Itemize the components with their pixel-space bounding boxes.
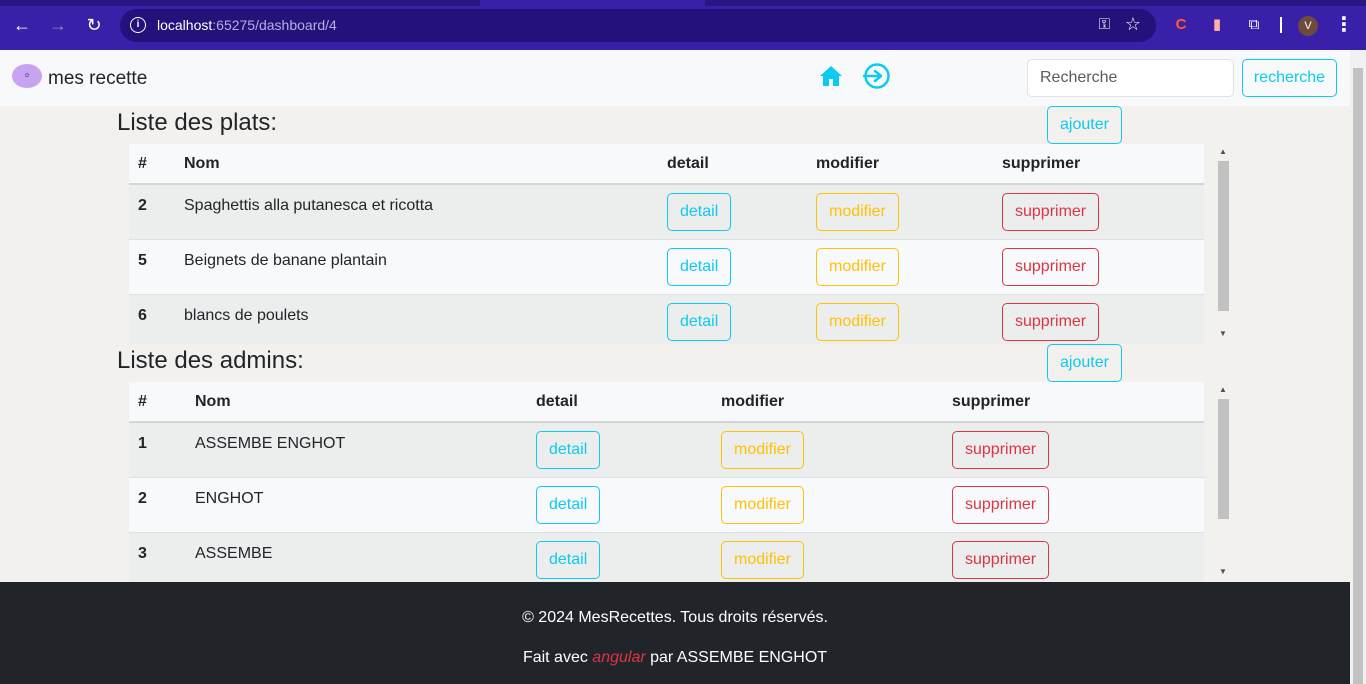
url-text[interactable]: localhost:65275/dashboard/4 [157, 17, 337, 33]
scroll-thumb[interactable] [1218, 161, 1229, 311]
extensions-puzzle-icon[interactable]: ⧉ [1243, 14, 1265, 36]
active-tab[interactable] [480, 0, 705, 6]
modify-button[interactable]: modifier [721, 485, 804, 524]
extension-popcorn-icon[interactable]: ▮ [1206, 14, 1228, 36]
row-name: ASSEMBE ENGHOT [186, 422, 527, 478]
add-admin-button[interactable]: ajouter [1047, 344, 1122, 382]
table-row: 6 blancs de poulets detail modifier supp… [129, 294, 1204, 344]
table-header-row: # Nom detail modifier supprimer [129, 382, 1204, 423]
key-icon[interactable]: ⚿ [1099, 16, 1110, 33]
modify-button[interactable]: modifier [816, 302, 899, 341]
scroll-thumb[interactable] [1218, 399, 1229, 519]
add-plat-button[interactable]: ajouter [1047, 106, 1122, 144]
footer-credits: Fait avec angular par ASSEMBE ENGHOT [0, 649, 1350, 667]
scroll-up-arrow-icon[interactable]: ▲ [1219, 385, 1227, 394]
delete-button[interactable]: supprimer [1002, 193, 1100, 231]
framework-name: angular [592, 649, 646, 666]
column-header: detail [527, 382, 712, 423]
modify-button[interactable]: modifier [816, 193, 899, 231]
forward-icon[interactable]: → [46, 13, 70, 37]
detail-button[interactable]: detail [667, 302, 732, 341]
brand-title[interactable]: mes recette [48, 68, 147, 90]
delete-button[interactable]: supprimer [1002, 302, 1100, 341]
column-header: modifier [807, 144, 993, 185]
profile-avatar[interactable]: V [1298, 16, 1318, 36]
row-id: 3 [129, 532, 186, 582]
detail-button[interactable]: detail [536, 485, 601, 524]
row-id: 2 [129, 184, 175, 240]
table-row: 2 Spaghettis alla putanesca et ricotta d… [129, 184, 1204, 240]
table-row: 1 ASSEMBE ENGHOT detail modifier supprim… [129, 422, 1204, 478]
credits-suffix: par ASSEMBE ENGHOT [645, 649, 828, 666]
plats-table: # Nom detail modifier supprimer 2 Spaghe… [129, 144, 1204, 344]
modify-button[interactable]: modifier [721, 540, 804, 579]
search-button[interactable]: recherche [1242, 59, 1337, 97]
row-name: Beignets de banane plantain [175, 239, 658, 295]
home-icon[interactable] [819, 65, 843, 87]
search-input[interactable] [1027, 59, 1234, 97]
column-header: Nom [175, 144, 658, 185]
extension-c-icon[interactable]: C [1170, 14, 1192, 36]
tab-strip [0, 0, 1366, 6]
modify-button[interactable]: modifier [816, 247, 899, 286]
credits-prefix: Fait avec [522, 649, 593, 666]
page-scroll-thumb[interactable] [1353, 68, 1363, 684]
delete-button[interactable]: supprimer [1002, 247, 1100, 286]
table-row: 5 Beignets de banane plantain detail mod… [129, 239, 1204, 295]
scroll-up-arrow-icon[interactable]: ▲ [1219, 147, 1227, 156]
column-header: supprimer [993, 144, 1204, 185]
back-icon[interactable]: ← [10, 13, 34, 37]
row-name: ENGHOT [186, 477, 527, 533]
browser-toolbar: ← → ↻ i localhost:65275/dashboard/4 ⚿ ☆ … [0, 0, 1366, 50]
column-header: modifier [712, 382, 943, 423]
detail-button[interactable]: detail [667, 193, 732, 231]
url-host: localhost [157, 17, 213, 33]
column-header: detail [658, 144, 807, 185]
page-scrollbar[interactable] [1350, 50, 1366, 684]
toolbar-divider [1280, 17, 1282, 33]
column-header: # [129, 144, 175, 185]
row-id: 6 [129, 294, 175, 344]
scroll-down-arrow-icon[interactable]: ▼ [1219, 567, 1227, 576]
admins-scrollbar[interactable]: ▲ ▼ [1216, 385, 1231, 581]
plats-title: Liste des plats: [117, 109, 278, 136]
table-row: 3 ASSEMBE detail modifier supprimer [129, 532, 1204, 582]
footer-copyright: © 2024 MesRecettes. Tous droits réservés… [522, 609, 828, 626]
delete-button[interactable]: supprimer [952, 431, 1050, 469]
delete-button[interactable]: supprimer [952, 485, 1050, 524]
url-path: :65275/dashboard/4 [212, 17, 337, 33]
address-bar[interactable]: i localhost:65275/dashboard/4 ⚿ ☆ [120, 9, 1156, 42]
row-id: 2 [129, 477, 186, 533]
row-id: 1 [129, 422, 186, 478]
delete-button[interactable]: supprimer [952, 540, 1050, 579]
column-header: supprimer [943, 382, 1204, 423]
table-header-row: # Nom detail modifier supprimer [129, 144, 1204, 185]
login-icon[interactable] [862, 63, 892, 89]
app-navbar: ✿ mes recette recherche [0, 50, 1350, 106]
menu-kebab-icon[interactable]: ⋮ [1334, 12, 1354, 37]
admins-title: Liste des admins: [117, 347, 304, 374]
row-name: ASSEMBE [186, 532, 527, 582]
footer: © 2024 MesRecettes. Tous droits réservés… [0, 582, 1350, 684]
reload-icon[interactable]: ↻ [82, 13, 106, 37]
admins-table: # Nom detail modifier supprimer 1 ASSEMB… [129, 382, 1204, 582]
detail-button[interactable]: detail [536, 431, 601, 469]
logo[interactable]: ✿ [12, 64, 42, 88]
row-id: 5 [129, 239, 175, 295]
plats-scrollbar[interactable]: ▲ ▼ [1216, 147, 1231, 343]
scroll-down-arrow-icon[interactable]: ▼ [1219, 329, 1227, 338]
row-name: Spaghettis alla putanesca et ricotta [175, 184, 658, 240]
table-row: 2 ENGHOT detail modifier supprimer [129, 477, 1204, 533]
detail-button[interactable]: detail [667, 247, 732, 286]
star-icon[interactable]: ☆ [1125, 14, 1141, 35]
site-info-icon[interactable]: i [130, 17, 146, 33]
detail-button[interactable]: detail [536, 540, 601, 579]
row-name: blancs de poulets [175, 294, 658, 344]
column-header: Nom [186, 382, 527, 423]
modify-button[interactable]: modifier [721, 431, 804, 469]
column-header: # [129, 382, 186, 423]
